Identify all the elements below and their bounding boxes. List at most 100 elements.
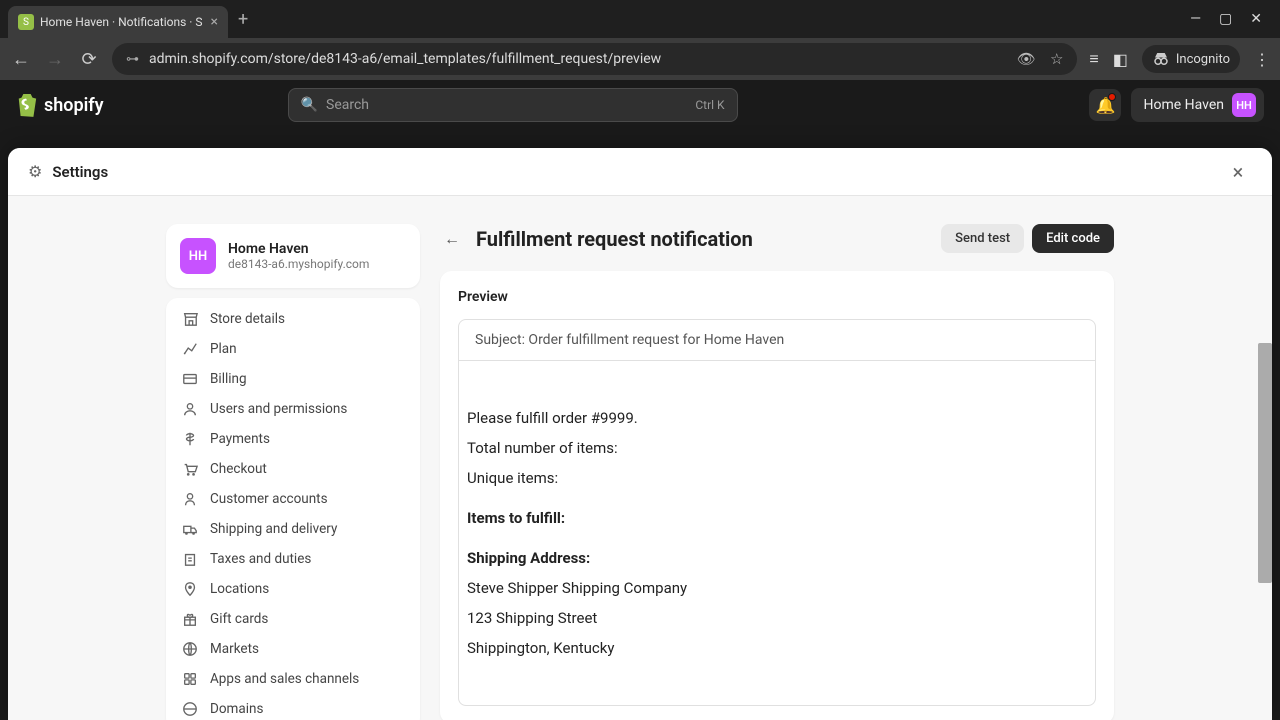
url-bar: ← → ⟳ ⊶ admin.shopify.com/store/de8143-a… <box>0 38 1280 80</box>
nav-item-apps[interactable]: Apps and sales channels <box>172 664 414 694</box>
minimize-icon[interactable]: — <box>1190 11 1201 27</box>
nav-item-label: Users and permissions <box>210 401 347 417</box>
store-switcher[interactable]: Home Haven HH <box>1131 88 1264 122</box>
checkout-icon <box>182 461 198 477</box>
nav-item-label: Plan <box>210 341 237 357</box>
forward-button[interactable]: → <box>44 49 66 70</box>
nav-item-label: Payments <box>210 431 270 447</box>
eye-blocked-icon[interactable]: 👁 <box>1017 50 1036 68</box>
nav-item-users[interactable]: Users and permissions <box>172 394 414 424</box>
extensions-icon[interactable]: ≡ <box>1089 49 1098 69</box>
new-tab-button[interactable]: + <box>238 9 248 30</box>
nav-item-locations[interactable]: Locations <box>172 574 414 604</box>
settings-body: HH Home Haven de8143-a6.myshopify.com St… <box>8 196 1272 720</box>
nav-item-label: Locations <box>210 581 269 597</box>
store-name: Home Haven <box>1143 97 1224 113</box>
payments-icon <box>182 431 198 447</box>
nav-item-shipping[interactable]: Shipping and delivery <box>172 514 414 544</box>
header-right: 🔔 Home Haven HH <box>1089 88 1264 122</box>
email-heading: Shipping Address: <box>467 549 1087 567</box>
nav-item-plan[interactable]: Plan <box>172 334 414 364</box>
email-address-line: Shippington, Kentucky <box>467 639 1087 657</box>
search-icon: 🔍 <box>301 97 318 113</box>
address-bar[interactable]: ⊶ admin.shopify.com/store/de8143-a6/emai… <box>112 43 1077 75</box>
nav-item-label: Taxes and duties <box>210 551 311 567</box>
incognito-icon <box>1152 50 1170 68</box>
nav-item-customers[interactable]: Customer accounts <box>172 484 414 514</box>
edit-code-button[interactable]: Edit code <box>1032 224 1114 253</box>
site-info-icon[interactable]: ⊶ <box>126 52 139 67</box>
store-card[interactable]: HH Home Haven de8143-a6.myshopify.com <box>166 224 420 288</box>
browser-tab[interactable]: S Home Haven · Notifications · S × <box>8 6 228 38</box>
nav-item-domains[interactable]: Domains <box>172 694 414 720</box>
store-card-avatar: HH <box>180 238 216 274</box>
shopify-favicon: S <box>18 14 34 30</box>
settings-header: ⚙ Settings × <box>8 148 1272 196</box>
nav-item-label: Gift cards <box>210 611 268 627</box>
nav-item-billing[interactable]: Billing <box>172 364 414 394</box>
bookmark-star-icon[interactable]: ☆ <box>1050 50 1063 68</box>
nav-item-gift[interactable]: Gift cards <box>172 604 414 634</box>
back-button[interactable]: ← <box>10 49 32 70</box>
nav-item-payments[interactable]: Payments <box>172 424 414 454</box>
main-content: ← Fulfillment request notification Send … <box>440 224 1114 720</box>
incognito-label: Incognito <box>1176 52 1230 67</box>
search-placeholder: Search <box>326 97 369 113</box>
address-icons: 👁 ☆ <box>1017 50 1064 68</box>
nav-item-label: Store details <box>210 311 285 327</box>
nav-item-store[interactable]: Store details <box>172 304 414 334</box>
preview-label: Preview <box>458 289 1096 305</box>
modal-scrollbar[interactable] <box>1258 343 1272 583</box>
back-arrow[interactable]: ← <box>440 227 464 251</box>
chrome-menu-icon[interactable]: ⋮ <box>1254 50 1270 69</box>
nav-item-label: Shipping and delivery <box>210 521 337 537</box>
shopify-bag-icon <box>16 93 38 117</box>
shopify-logo[interactable]: shopify <box>16 93 104 117</box>
tab-title: Home Haven · Notifications · S <box>40 15 205 29</box>
nav-item-label: Markets <box>210 641 259 657</box>
email-heading: Items to fulfill: <box>467 509 1087 527</box>
close-settings-button[interactable]: × <box>1224 158 1252 186</box>
shopify-logo-text: shopify <box>44 95 104 116</box>
send-test-button[interactable]: Send test <box>941 224 1024 253</box>
settings-modal: ⚙ Settings × HH Home Haven de8143-a6.mys… <box>8 148 1272 720</box>
email-body[interactable]: Please fulfill order #9999. Total number… <box>458 361 1096 706</box>
plan-icon <box>182 341 198 357</box>
nav-item-markets[interactable]: Markets <box>172 634 414 664</box>
nav-item-taxes[interactable]: Taxes and duties <box>172 544 414 574</box>
store-avatar: HH <box>1232 93 1256 117</box>
nav-item-label: Checkout <box>210 461 267 477</box>
tab-bar: S Home Haven · Notifications · S × + — ▢… <box>0 0 1280 38</box>
nav-item-label: Customer accounts <box>210 491 328 507</box>
shopify-header: shopify 🔍 Search Ctrl K 🔔 Home Haven HH <box>0 80 1280 130</box>
url-text: admin.shopify.com/store/de8143-a6/email_… <box>149 51 1007 67</box>
email-address-line: 123 Shipping Street <box>467 609 1087 627</box>
email-line: Unique items: <box>467 469 1087 487</box>
gift-icon <box>182 611 198 627</box>
header-search[interactable]: 🔍 Search Ctrl K <box>288 88 738 122</box>
reload-button[interactable]: ⟳ <box>78 49 100 70</box>
sidepanel-icon[interactable]: ◧ <box>1113 50 1128 69</box>
domains-icon <box>182 701 198 717</box>
nav-item-label: Billing <box>210 371 247 387</box>
page-header: ← Fulfillment request notification Send … <box>440 224 1114 253</box>
settings-title: Settings <box>52 163 108 181</box>
locations-icon <box>182 581 198 597</box>
store-card-name: Home Haven <box>228 241 369 257</box>
incognito-badge[interactable]: Incognito <box>1142 45 1240 73</box>
store-icon <box>182 311 198 327</box>
email-subject: Subject: Order fulfillment request for H… <box>458 319 1096 361</box>
window-controls: — ▢ ✕ <box>1190 11 1272 27</box>
maximize-icon[interactable]: ▢ <box>1219 11 1232 27</box>
taxes-icon <box>182 551 198 567</box>
settings-nav: Store details Plan Billing Users and permis… <box>166 298 420 720</box>
apps-icon <box>182 671 198 687</box>
nav-item-label: Apps and sales channels <box>210 671 359 687</box>
settings-sidebar: HH Home Haven de8143-a6.myshopify.com St… <box>166 224 420 720</box>
nav-item-label: Domains <box>210 701 263 717</box>
store-card-url: de8143-a6.myshopify.com <box>228 257 369 271</box>
nav-item-checkout[interactable]: Checkout <box>172 454 414 484</box>
close-window-icon[interactable]: ✕ <box>1250 11 1262 27</box>
notification-bell[interactable]: 🔔 <box>1089 89 1121 121</box>
tab-close-icon[interactable]: × <box>211 14 218 30</box>
